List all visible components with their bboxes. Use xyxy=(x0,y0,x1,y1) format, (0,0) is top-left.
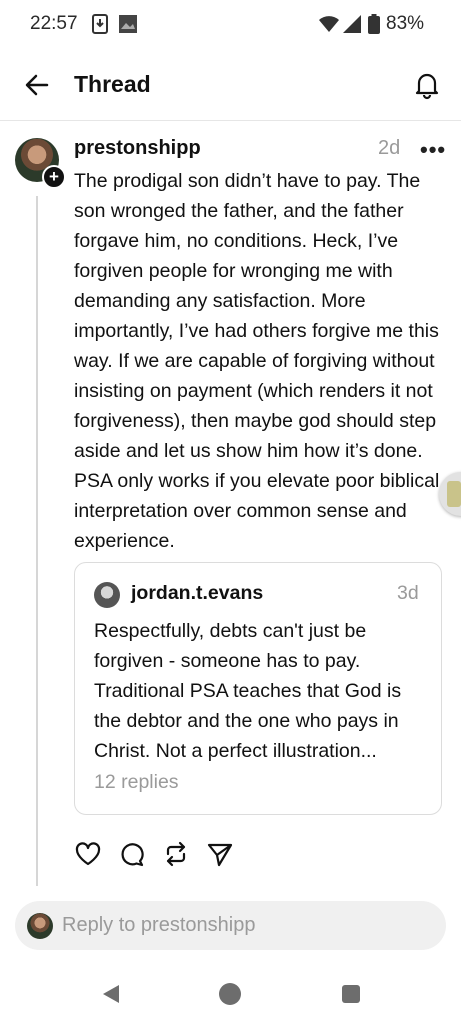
reply-avatar xyxy=(27,913,53,939)
battery-icon xyxy=(368,14,380,39)
nav-home-icon[interactable] xyxy=(219,983,241,1005)
bell-icon xyxy=(415,73,439,100)
repost-icon xyxy=(166,841,186,867)
status-time: 22:57 xyxy=(30,13,78,34)
reply-input[interactable]: Reply to prestonshipp xyxy=(15,901,446,950)
download-icon xyxy=(92,14,108,39)
quoted-post-card[interactable]: jordan.t.evans 3d Respectfully, debts ca… xyxy=(74,562,442,815)
comment-button[interactable] xyxy=(118,840,146,868)
notifications-button[interactable] xyxy=(411,69,443,101)
image-icon xyxy=(118,14,138,39)
nav-back-icon[interactable] xyxy=(100,983,122,1010)
quote-text: Respectfully, debts can't just be forgiv… xyxy=(94,620,402,762)
thread-line xyxy=(36,196,38,886)
reply-placeholder: Reply to prestonshipp xyxy=(62,914,256,936)
status-bar: 22:57 83% xyxy=(0,0,461,50)
heart-icon xyxy=(75,842,101,866)
share-icon xyxy=(207,843,233,867)
post-text: The prodigal son didn’t have to pay. The… xyxy=(74,170,440,552)
quote-replies-link[interactable]: 12 replies xyxy=(94,771,179,794)
more-options-button[interactable]: ••• xyxy=(420,137,446,163)
post-timestamp: 2d xyxy=(378,137,401,159)
nav-recent-icon[interactable] xyxy=(342,985,360,1003)
back-button[interactable] xyxy=(22,70,52,100)
bubble-image-icon xyxy=(447,481,461,507)
quote-timestamp: 3d xyxy=(397,582,419,604)
thread-header: Thread xyxy=(0,60,461,112)
wifi-icon xyxy=(318,14,340,39)
comment-icon xyxy=(121,843,144,867)
quote-avatar[interactable] xyxy=(94,582,120,608)
repost-button[interactable] xyxy=(162,840,190,868)
avatar[interactable]: + xyxy=(15,138,66,189)
battery-percent: 83% xyxy=(386,13,425,34)
signal-icon xyxy=(342,14,362,39)
quote-username[interactable]: jordan.t.evans xyxy=(131,582,263,605)
follow-plus-icon[interactable]: + xyxy=(42,165,66,189)
page-title: Thread xyxy=(74,71,151,97)
arrow-left-icon xyxy=(25,74,49,96)
like-button[interactable] xyxy=(74,840,102,868)
system-nav-bar xyxy=(0,970,461,1024)
header-divider xyxy=(0,120,461,121)
share-button[interactable] xyxy=(206,840,234,868)
post-username[interactable]: prestonshipp xyxy=(74,137,201,160)
